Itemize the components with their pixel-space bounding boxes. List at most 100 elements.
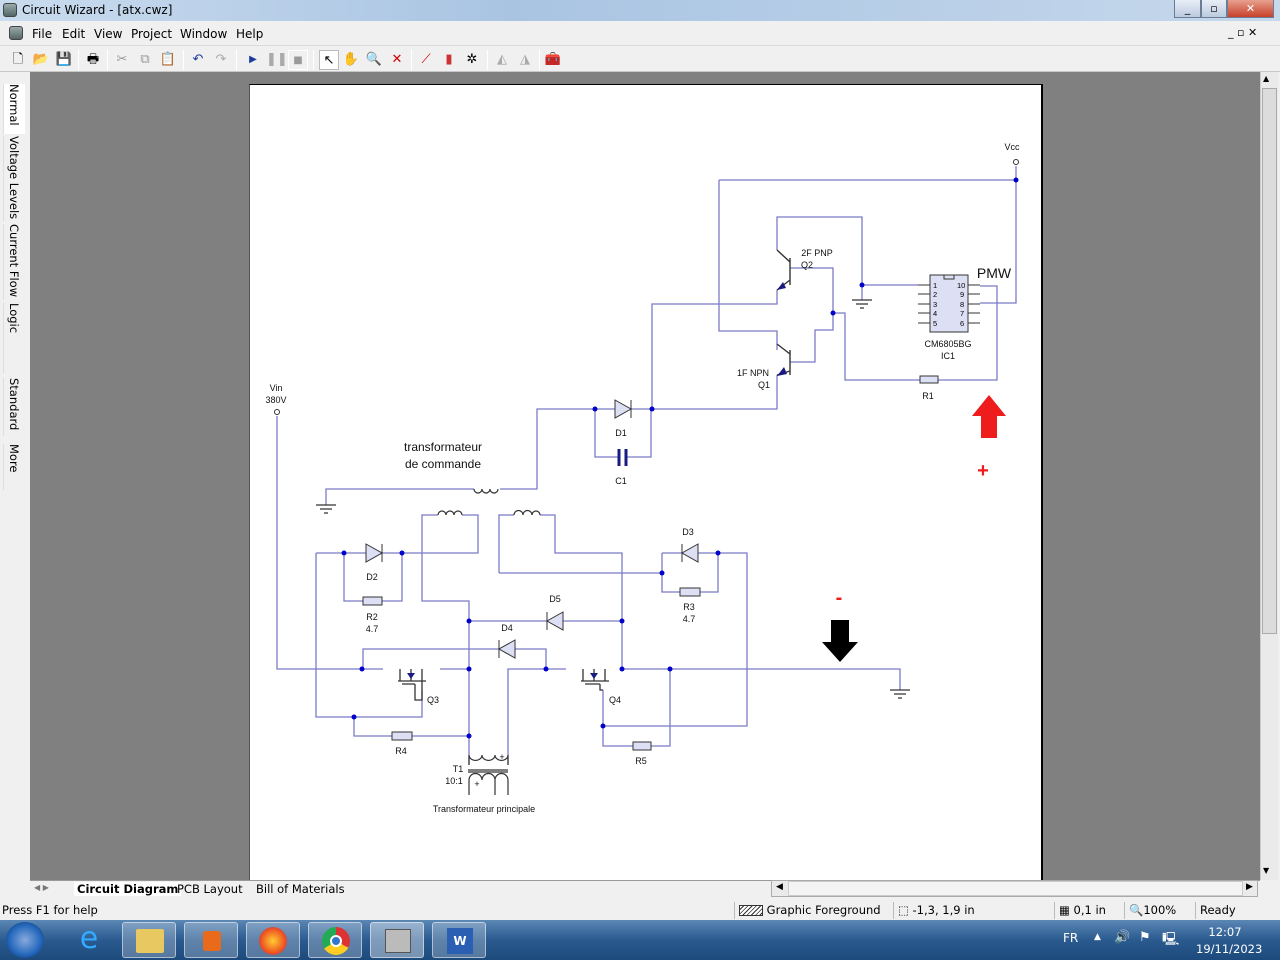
svg-text:2: 2: [933, 290, 937, 299]
diode-d1: [614, 399, 633, 419]
hscroll-thumb[interactable]: [788, 881, 1243, 896]
drive-secondary-coil-1: [437, 510, 463, 516]
q2-label: Q2: [801, 260, 813, 270]
black-arrow-down: [822, 620, 858, 662]
scroll-down-icon[interactable]: ▼: [1263, 866, 1269, 875]
r4-label: R4: [395, 746, 407, 756]
q1-emitter-arrow: [777, 367, 787, 376]
c1-label: C1: [615, 476, 627, 486]
language-indicator[interactable]: FR: [1063, 931, 1078, 945]
tab-nav-arrows[interactable]: ◀ ▶: [34, 883, 49, 892]
transformer-coils: [437, 488, 541, 795]
d5-label: D5: [549, 594, 561, 604]
svg-text:4: 4: [933, 309, 937, 318]
circuit-wizard-taskbar-icon[interactable]: [370, 922, 424, 958]
t1-plus-top: +: [499, 752, 504, 762]
scroll-left-icon[interactable]: ◀: [776, 882, 783, 892]
coords-text: -1,3, 1,9 in: [912, 903, 975, 917]
resistor-r4: [391, 731, 413, 741]
svg-text:5: 5: [933, 319, 937, 328]
status-coords: ⬚ -1,3, 1,9 in: [893, 902, 1053, 919]
r3-label: R3: [683, 602, 695, 612]
layer-hatch-icon: [739, 905, 763, 916]
action-center-icon[interactable]: ⚑: [1139, 930, 1151, 945]
circuit-diagram: 1 2 3 4 5 10 9 8 7 6 Vin 380V Vcc PMW 2F…: [265, 142, 1020, 814]
tray-expand-icon[interactable]: ▲: [1094, 932, 1101, 942]
start-button[interactable]: [6, 922, 44, 958]
drive-transformer-label-1: transformateur: [404, 440, 482, 454]
r2-label: R2: [366, 612, 378, 622]
zoom-text: 100%: [1143, 903, 1177, 917]
ic1-label: IC1: [941, 351, 955, 361]
diodes: [365, 399, 699, 659]
ground-icon: [316, 299, 910, 699]
diode-d2: [365, 543, 384, 563]
drive-transformer-label-2: de commande: [405, 457, 481, 471]
r1-label: R1: [922, 391, 934, 401]
svg-text:8: 8: [960, 300, 964, 309]
q4-arrow: [590, 673, 598, 679]
svg-text:3: 3: [933, 300, 937, 309]
pmw-label: PMW: [977, 265, 1012, 281]
tab-pcb-layout[interactable]: PCB Layout: [177, 882, 243, 896]
d3-label: D3: [682, 527, 694, 537]
t1-label: T1: [453, 764, 464, 774]
diode-d4: [497, 639, 516, 659]
status-state: Ready: [1195, 902, 1265, 919]
clock[interactable]: 12:07 19/11/2023: [1196, 925, 1263, 956]
status-bar: Press F1 for help Graphic Foreground ⬚ -…: [0, 900, 1280, 920]
ic1-part: CM6805BG: [924, 339, 971, 349]
drive-secondary-coil-2: [513, 509, 541, 516]
resistor-r5: [632, 741, 652, 751]
media-player-icon[interactable]: [184, 922, 238, 958]
vin-terminal: [274, 409, 280, 415]
svg-text:10: 10: [957, 281, 965, 290]
vcc-terminal: [1013, 159, 1019, 165]
taskbar: e W FR ▲ 🔊 ⚑ 🖳 12:07 19/11/2023: [0, 920, 1280, 960]
t1-ratio: 10:1: [445, 776, 463, 786]
word-icon[interactable]: W: [432, 922, 486, 958]
mosfet-q4: [581, 669, 609, 691]
grid-text: 0,1 in: [1073, 903, 1106, 917]
status-grid: ▦ 0,1 in: [1054, 902, 1124, 919]
r2-value: 4.7: [366, 624, 379, 634]
chrome-icon[interactable]: [308, 922, 362, 958]
vin-value: 380V: [265, 395, 286, 405]
layer-text: Graphic Foreground: [766, 903, 881, 917]
ie-icon[interactable]: e: [62, 922, 116, 958]
d2-label: D2: [366, 572, 378, 582]
status-zoom: 🔍100%: [1124, 902, 1194, 919]
clock-date: 19/11/2023: [1196, 942, 1263, 956]
vertical-scrollbar[interactable]: ▲ ▼: [1260, 72, 1278, 880]
d1-label: D1: [615, 428, 627, 438]
svg-text:1: 1: [933, 281, 937, 290]
t1-plus-bottom: +: [474, 779, 479, 789]
tab-bill-of-materials[interactable]: Bill of Materials: [256, 882, 345, 896]
wires: [276, 166, 1017, 765]
main-transformer-label: Transformateur principale: [433, 804, 535, 814]
explorer-icon[interactable]: [122, 922, 176, 958]
capacitor-c1: [617, 449, 628, 466]
r5-label: R5: [635, 756, 647, 766]
q4-label: Q4: [609, 695, 621, 705]
grid-icon: ▦: [1059, 903, 1070, 917]
clock-time: 12:07: [1208, 925, 1242, 939]
firefox-icon[interactable]: [246, 922, 300, 958]
minus-sign: -: [836, 587, 843, 609]
network-icon[interactable]: 🖳: [1162, 930, 1179, 952]
t1-core: [468, 769, 508, 773]
svg-text:6: 6: [960, 319, 964, 328]
q1-label: Q1: [758, 380, 770, 390]
scroll-right-icon[interactable]: ▶: [1246, 882, 1253, 892]
horizontal-scrollbar[interactable]: ◀ ▶: [771, 880, 1258, 897]
vin-label: Vin: [270, 383, 283, 393]
scroll-thumb[interactable]: [1262, 88, 1277, 634]
tab-circuit-diagram[interactable]: Circuit Diagram: [74, 882, 182, 896]
diode-d5: [545, 611, 564, 631]
resistor-r3: [679, 587, 701, 597]
q1-type: 1F NPN: [737, 368, 769, 378]
scroll-up-icon[interactable]: ▲: [1263, 74, 1269, 83]
vcc-label: Vcc: [1004, 142, 1020, 152]
r3-value: 4.7: [683, 614, 696, 624]
volume-icon[interactable]: 🔊: [1114, 930, 1130, 945]
